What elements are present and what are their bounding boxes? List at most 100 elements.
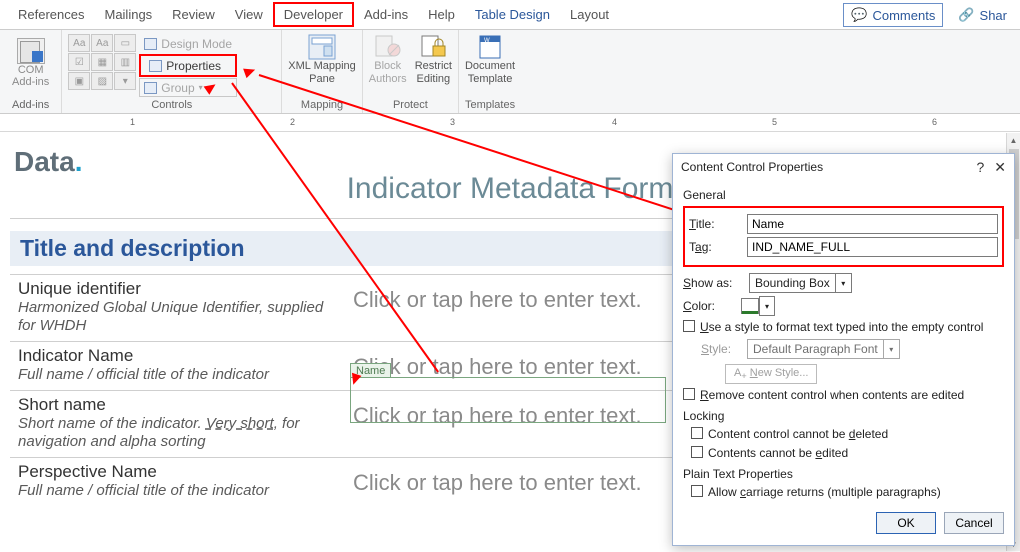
tab-addins[interactable]: Add-ins xyxy=(354,1,418,28)
group-icon xyxy=(144,82,157,94)
dialog-titlebar[interactable]: Content Control Properties ? ✕ xyxy=(673,154,1014,180)
design-mode-button[interactable]: Design Mode xyxy=(139,34,237,53)
com-addins-l2: Add-ins xyxy=(12,76,49,88)
new-style-button: A+ New Style... xyxy=(725,364,817,384)
color-select[interactable]: ▾ xyxy=(741,296,775,316)
tag-field-label: Tag: xyxy=(689,240,741,254)
annotation-box-developer: Developer xyxy=(273,2,354,27)
horizontal-ruler[interactable]: 1 2 3 4 5 6 xyxy=(0,114,1020,132)
lock-edit-checkbox[interactable]: Contents cannot be edited xyxy=(691,446,1004,461)
group-addins: COM Add-ins Add-ins xyxy=(0,30,62,113)
content-control-selected[interactable] xyxy=(350,377,666,423)
comments-label: Comments xyxy=(872,8,935,23)
restrict-editing-button[interactable]: Restrict Editing xyxy=(415,34,452,85)
block-authors-button: Block Authors xyxy=(369,34,407,85)
help-icon[interactable]: ? xyxy=(976,159,984,175)
tab-table-design[interactable]: Table Design xyxy=(465,1,560,28)
group-templates: W Document Template Templates xyxy=(459,30,521,113)
ribbon-tabs: References Mailings Review View Develope… xyxy=(0,0,1020,30)
combo-control-icon[interactable]: ▦ xyxy=(91,53,113,71)
showas-select[interactable]: Bounding Box ▾ xyxy=(749,273,852,293)
cancel-button[interactable]: Cancel xyxy=(944,512,1004,534)
svg-text:W: W xyxy=(484,38,490,44)
group-templates-label: Templates xyxy=(465,97,515,111)
title-field-label: Title: xyxy=(689,217,741,231)
annotation-box-properties: Properties xyxy=(139,54,237,77)
xml-mapping-icon xyxy=(308,34,336,60)
lock-delete-checkbox[interactable]: Content control cannot be deleted xyxy=(691,427,1004,442)
restrict-editing-l2: Editing xyxy=(417,74,451,86)
tab-developer[interactable]: Developer xyxy=(284,7,343,22)
xml-mapping-l1: XML Mapping xyxy=(288,61,355,73)
tab-help[interactable]: Help xyxy=(418,1,465,28)
ruler-6: 6 xyxy=(932,117,937,127)
ruler-2: 2 xyxy=(290,117,295,127)
restrict-editing-l1: Restrict xyxy=(415,61,452,73)
title-input[interactable] xyxy=(747,214,998,234)
com-addins-icon xyxy=(17,38,45,64)
allow-carriage-checkbox[interactable]: Allow carriage returns (multiple paragra… xyxy=(691,485,1004,500)
ruler-4: 4 xyxy=(612,117,617,127)
dropdown-control-icon[interactable]: ▥ xyxy=(114,53,136,71)
com-addins-button[interactable]: COM Add-ins xyxy=(6,34,55,92)
row-desc: Full name / official title of the indica… xyxy=(18,482,343,500)
checkbox-icon xyxy=(691,485,703,497)
chevron-down-icon[interactable]: ▾ xyxy=(836,273,852,293)
content-control-placeholder[interactable]: Click or tap here to enter text. xyxy=(353,462,642,500)
tab-view[interactable]: View xyxy=(225,1,273,28)
chevron-down-icon[interactable]: ▾ xyxy=(759,296,775,316)
ruler-3: 3 xyxy=(450,117,455,127)
group-protect: Block Authors Restrict Editing Protect xyxy=(363,30,459,113)
rich-text-control-icon[interactable]: Aa xyxy=(68,34,90,52)
legacy-controls-icon[interactable]: ▾ xyxy=(114,72,136,90)
plain-text-control-icon[interactable]: Aa xyxy=(91,34,113,52)
ruler-1: 1 xyxy=(130,117,135,127)
section-locking-label: Locking xyxy=(683,409,1004,423)
ok-button[interactable]: OK xyxy=(876,512,936,534)
ribbon-body: COM Add-ins Add-ins Aa Aa ▭ ☑ ▦ ▥ ▣ ▨ ▾ … xyxy=(0,30,1020,114)
document-template-l1: Document xyxy=(465,61,515,73)
comment-icon: 💬 xyxy=(851,7,867,23)
row-desc: Short name of the indicator. Very short,… xyxy=(18,415,343,451)
annotation-box-title-tag: Title: Tag: xyxy=(683,206,1004,267)
scroll-up-icon[interactable]: ▲ xyxy=(1007,133,1020,147)
remove-checkbox[interactable]: Remove content control when contents are… xyxy=(683,388,1004,403)
checkbox-icon xyxy=(683,320,695,332)
tab-mailings[interactable]: Mailings xyxy=(94,1,162,28)
block-authors-l1: Block xyxy=(374,61,401,73)
section-general-label: General xyxy=(683,188,1004,202)
share-button[interactable]: 🔗 Shar xyxy=(951,3,1014,27)
logo-dot: . xyxy=(75,146,83,177)
row-desc: Harmonized Global Unique Identifier, sup… xyxy=(18,299,343,335)
control-gallery-1: Aa Aa ▭ ☑ ▦ ▥ ▣ ▨ ▾ xyxy=(68,34,136,97)
style-select: Default Paragraph Font ▾ xyxy=(747,339,900,359)
properties-button[interactable]: Properties xyxy=(144,56,232,75)
usestyle-checkbox[interactable]: Use a style to format text typed into th… xyxy=(683,320,1004,335)
document-template-l2: Template xyxy=(468,74,513,86)
comments-button[interactable]: 💬 Comments xyxy=(843,3,943,27)
content-control-placeholder[interactable]: Click or tap here to enter text. xyxy=(353,279,642,335)
tab-references[interactable]: References xyxy=(8,1,94,28)
xml-mapping-button[interactable]: XML Mapping Pane xyxy=(288,34,355,85)
block-authors-l2: Authors xyxy=(369,74,407,86)
group-mapping: XML Mapping Pane Mapping xyxy=(282,30,362,113)
group-button[interactable]: Group ▾ xyxy=(139,78,237,97)
close-icon[interactable]: ✕ xyxy=(994,159,1006,176)
picture-control-icon[interactable]: ▭ xyxy=(114,34,136,52)
dialog-title: Content Control Properties xyxy=(681,160,823,174)
document-template-button[interactable]: W Document Template xyxy=(465,34,515,85)
checkbox-icon xyxy=(683,388,695,400)
checkbox-control-icon[interactable]: ☑ xyxy=(68,53,90,71)
properties-icon xyxy=(149,60,162,72)
lock-delete-label: Content control cannot be deleted xyxy=(708,427,888,442)
tab-layout[interactable]: Layout xyxy=(560,1,619,28)
group-addins-label: Add-ins xyxy=(6,97,55,111)
date-control-icon[interactable]: ▣ xyxy=(68,72,90,90)
tag-input[interactable] xyxy=(747,237,998,257)
tab-review[interactable]: Review xyxy=(162,1,225,28)
color-field-label: Color: xyxy=(683,299,735,313)
style-field-label: Style: xyxy=(701,342,741,356)
com-addins-l1: COM xyxy=(18,64,44,76)
showas-value: Bounding Box xyxy=(755,276,830,290)
repeating-control-icon[interactable]: ▨ xyxy=(91,72,113,90)
